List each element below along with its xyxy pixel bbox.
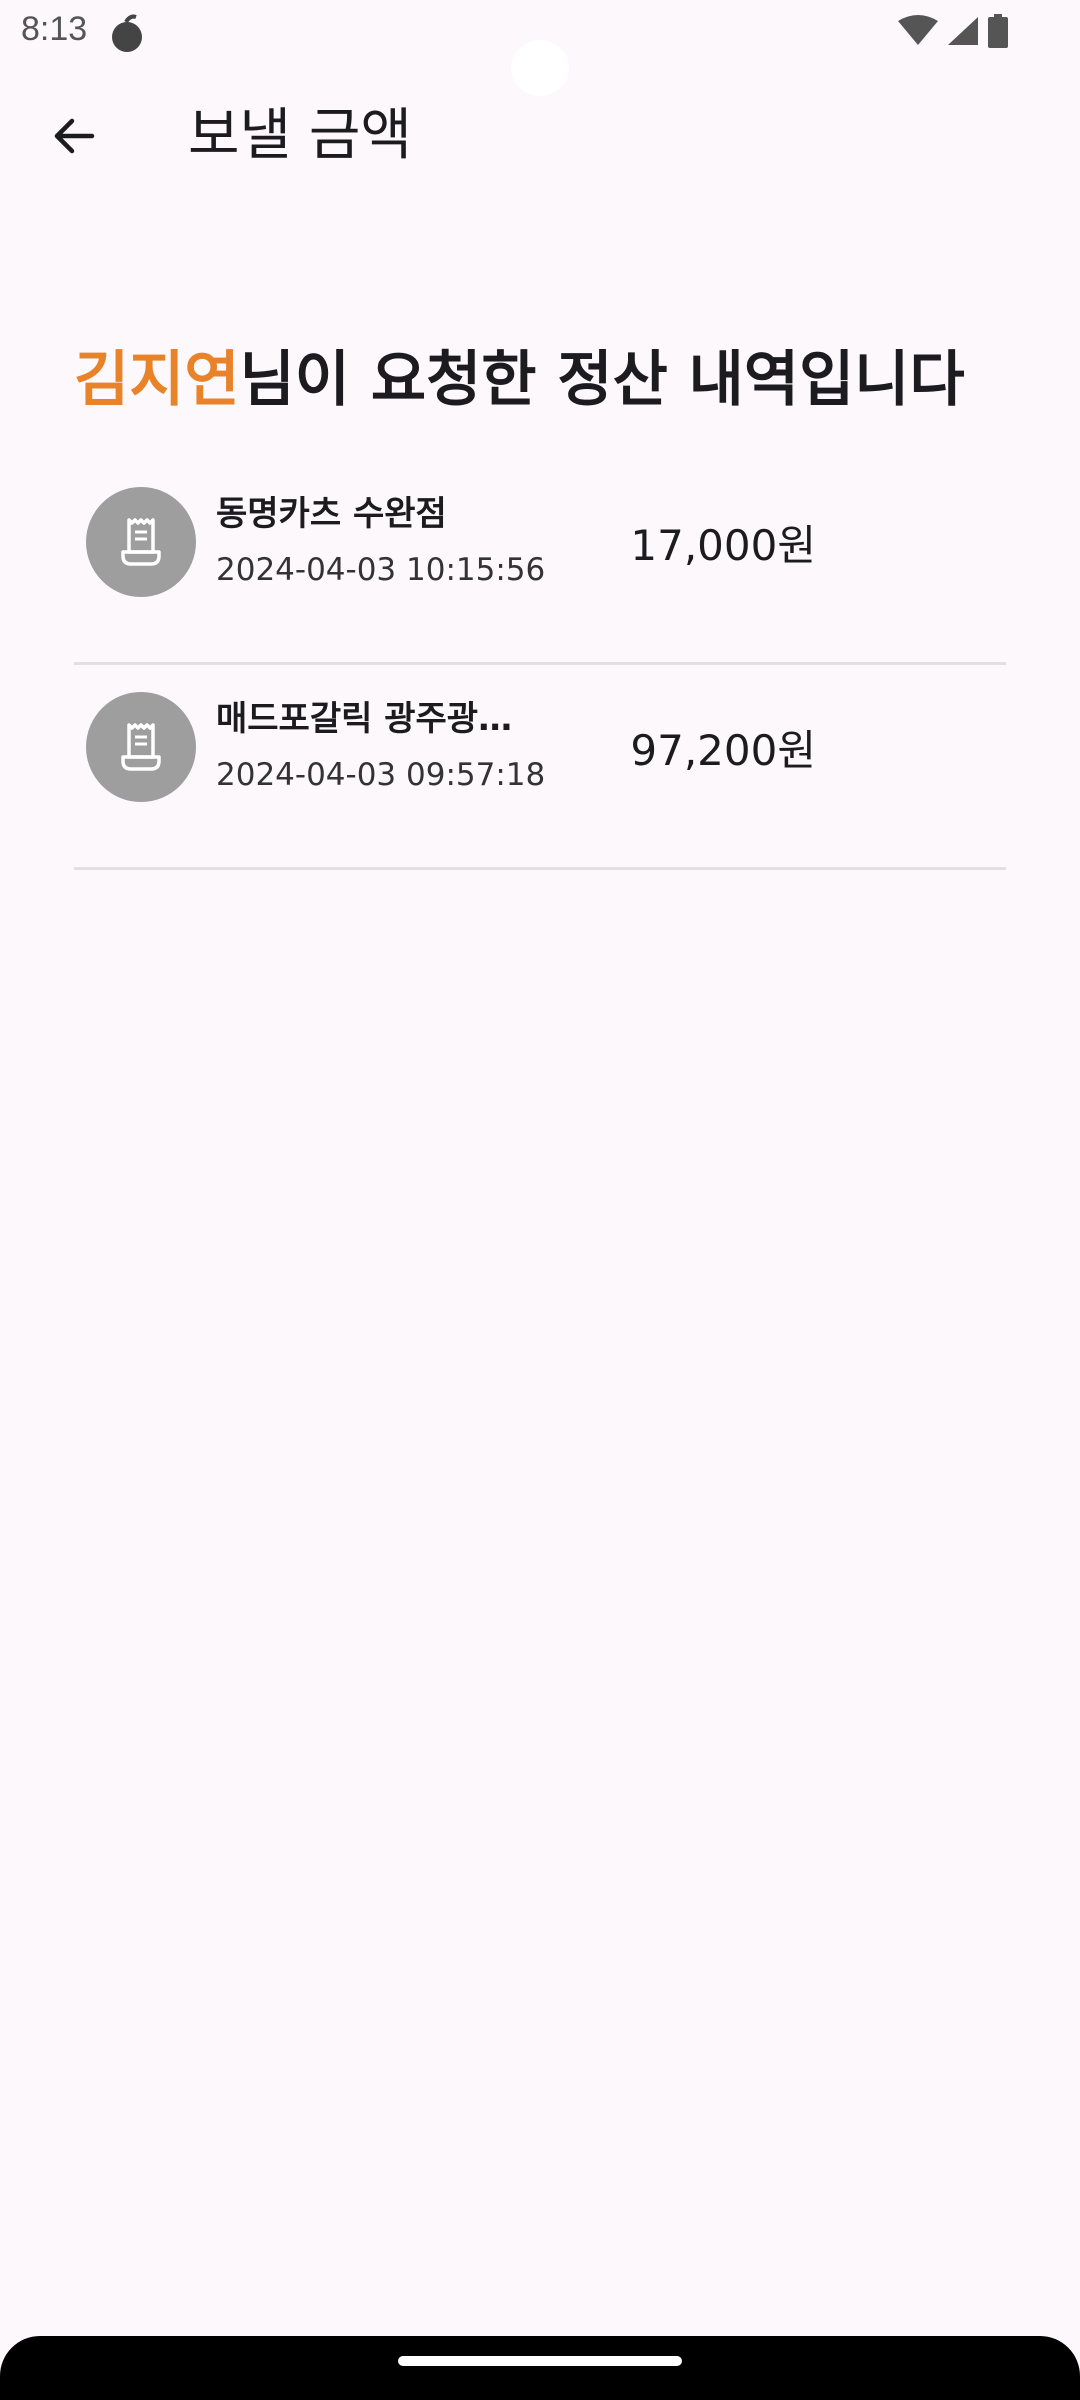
battery-icon	[988, 14, 1008, 48]
system-nav-bar	[0, 2336, 1080, 2400]
item-amount: 17,000원	[630, 521, 816, 570]
top-app-bar: 보낼 금액	[0, 80, 1080, 192]
wifi-icon	[898, 15, 938, 45]
status-icons	[898, 14, 1008, 48]
item-date: 2024-04-03 10:15:56	[216, 552, 546, 588]
back-button[interactable]	[30, 100, 118, 172]
item-amount: 97,200원	[630, 726, 816, 775]
home-gesture-handle[interactable]	[398, 2356, 682, 2366]
merchant-name: 동명카츠 수완점	[216, 494, 447, 534]
heading-suffix: 님이 요청한 정산 내역입니다	[239, 345, 965, 415]
request-heading: 김지연님이 요청한 정산 내역입니다	[74, 340, 965, 420]
page-title: 보낼 금액	[188, 103, 412, 168]
receipt-icon	[86, 692, 196, 802]
list-item[interactable]: 매드포갈릭 광주광… 2024-04-03 09:57:18 97,200원	[74, 665, 1006, 870]
list-item[interactable]: 동명카츠 수완점 2024-04-03 10:15:56 17,000원	[74, 460, 1006, 665]
merchant-name: 매드포갈릭 광주광…	[216, 699, 513, 739]
cell-signal-icon	[948, 17, 978, 45]
requester-name: 김지연	[74, 345, 240, 415]
settlement-list: 동명카츠 수완점 2024-04-03 10:15:56 17,000원 매드포…	[74, 460, 1006, 870]
arrow-back-icon	[54, 118, 95, 154]
app-notification-icon	[106, 13, 148, 53]
item-date: 2024-04-03 09:57:18	[216, 757, 546, 793]
receipt-icon	[86, 487, 196, 597]
status-time: 8:13	[21, 10, 88, 48]
